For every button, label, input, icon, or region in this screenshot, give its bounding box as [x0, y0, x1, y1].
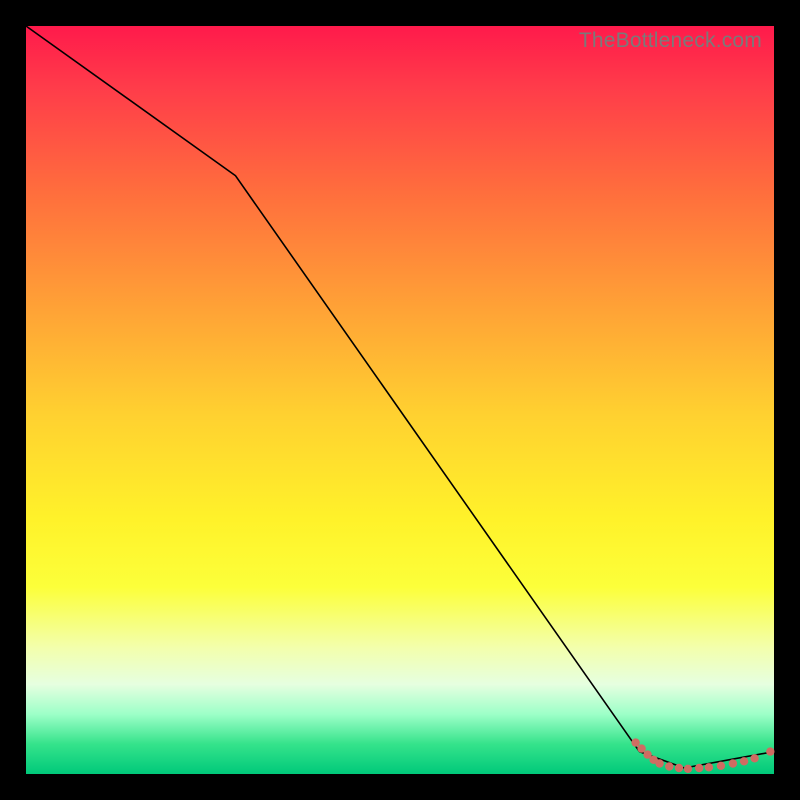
data-point: [729, 759, 737, 767]
data-point: [740, 757, 748, 765]
data-point: [750, 754, 758, 762]
data-point: [665, 762, 673, 770]
chart-stage: TheBottleneck.com: [0, 0, 800, 800]
data-point: [705, 763, 713, 771]
plot-area: TheBottleneck.com: [26, 26, 774, 774]
data-markers: [631, 738, 774, 773]
data-point: [684, 765, 692, 773]
data-point: [631, 738, 639, 746]
data-point: [655, 759, 663, 767]
data-point: [675, 764, 683, 772]
data-point: [637, 744, 645, 752]
data-point: [717, 762, 725, 770]
data-point: [766, 747, 774, 755]
data-point: [695, 764, 703, 772]
line-series-curve: [26, 26, 774, 768]
chart-overlay: [26, 26, 774, 774]
